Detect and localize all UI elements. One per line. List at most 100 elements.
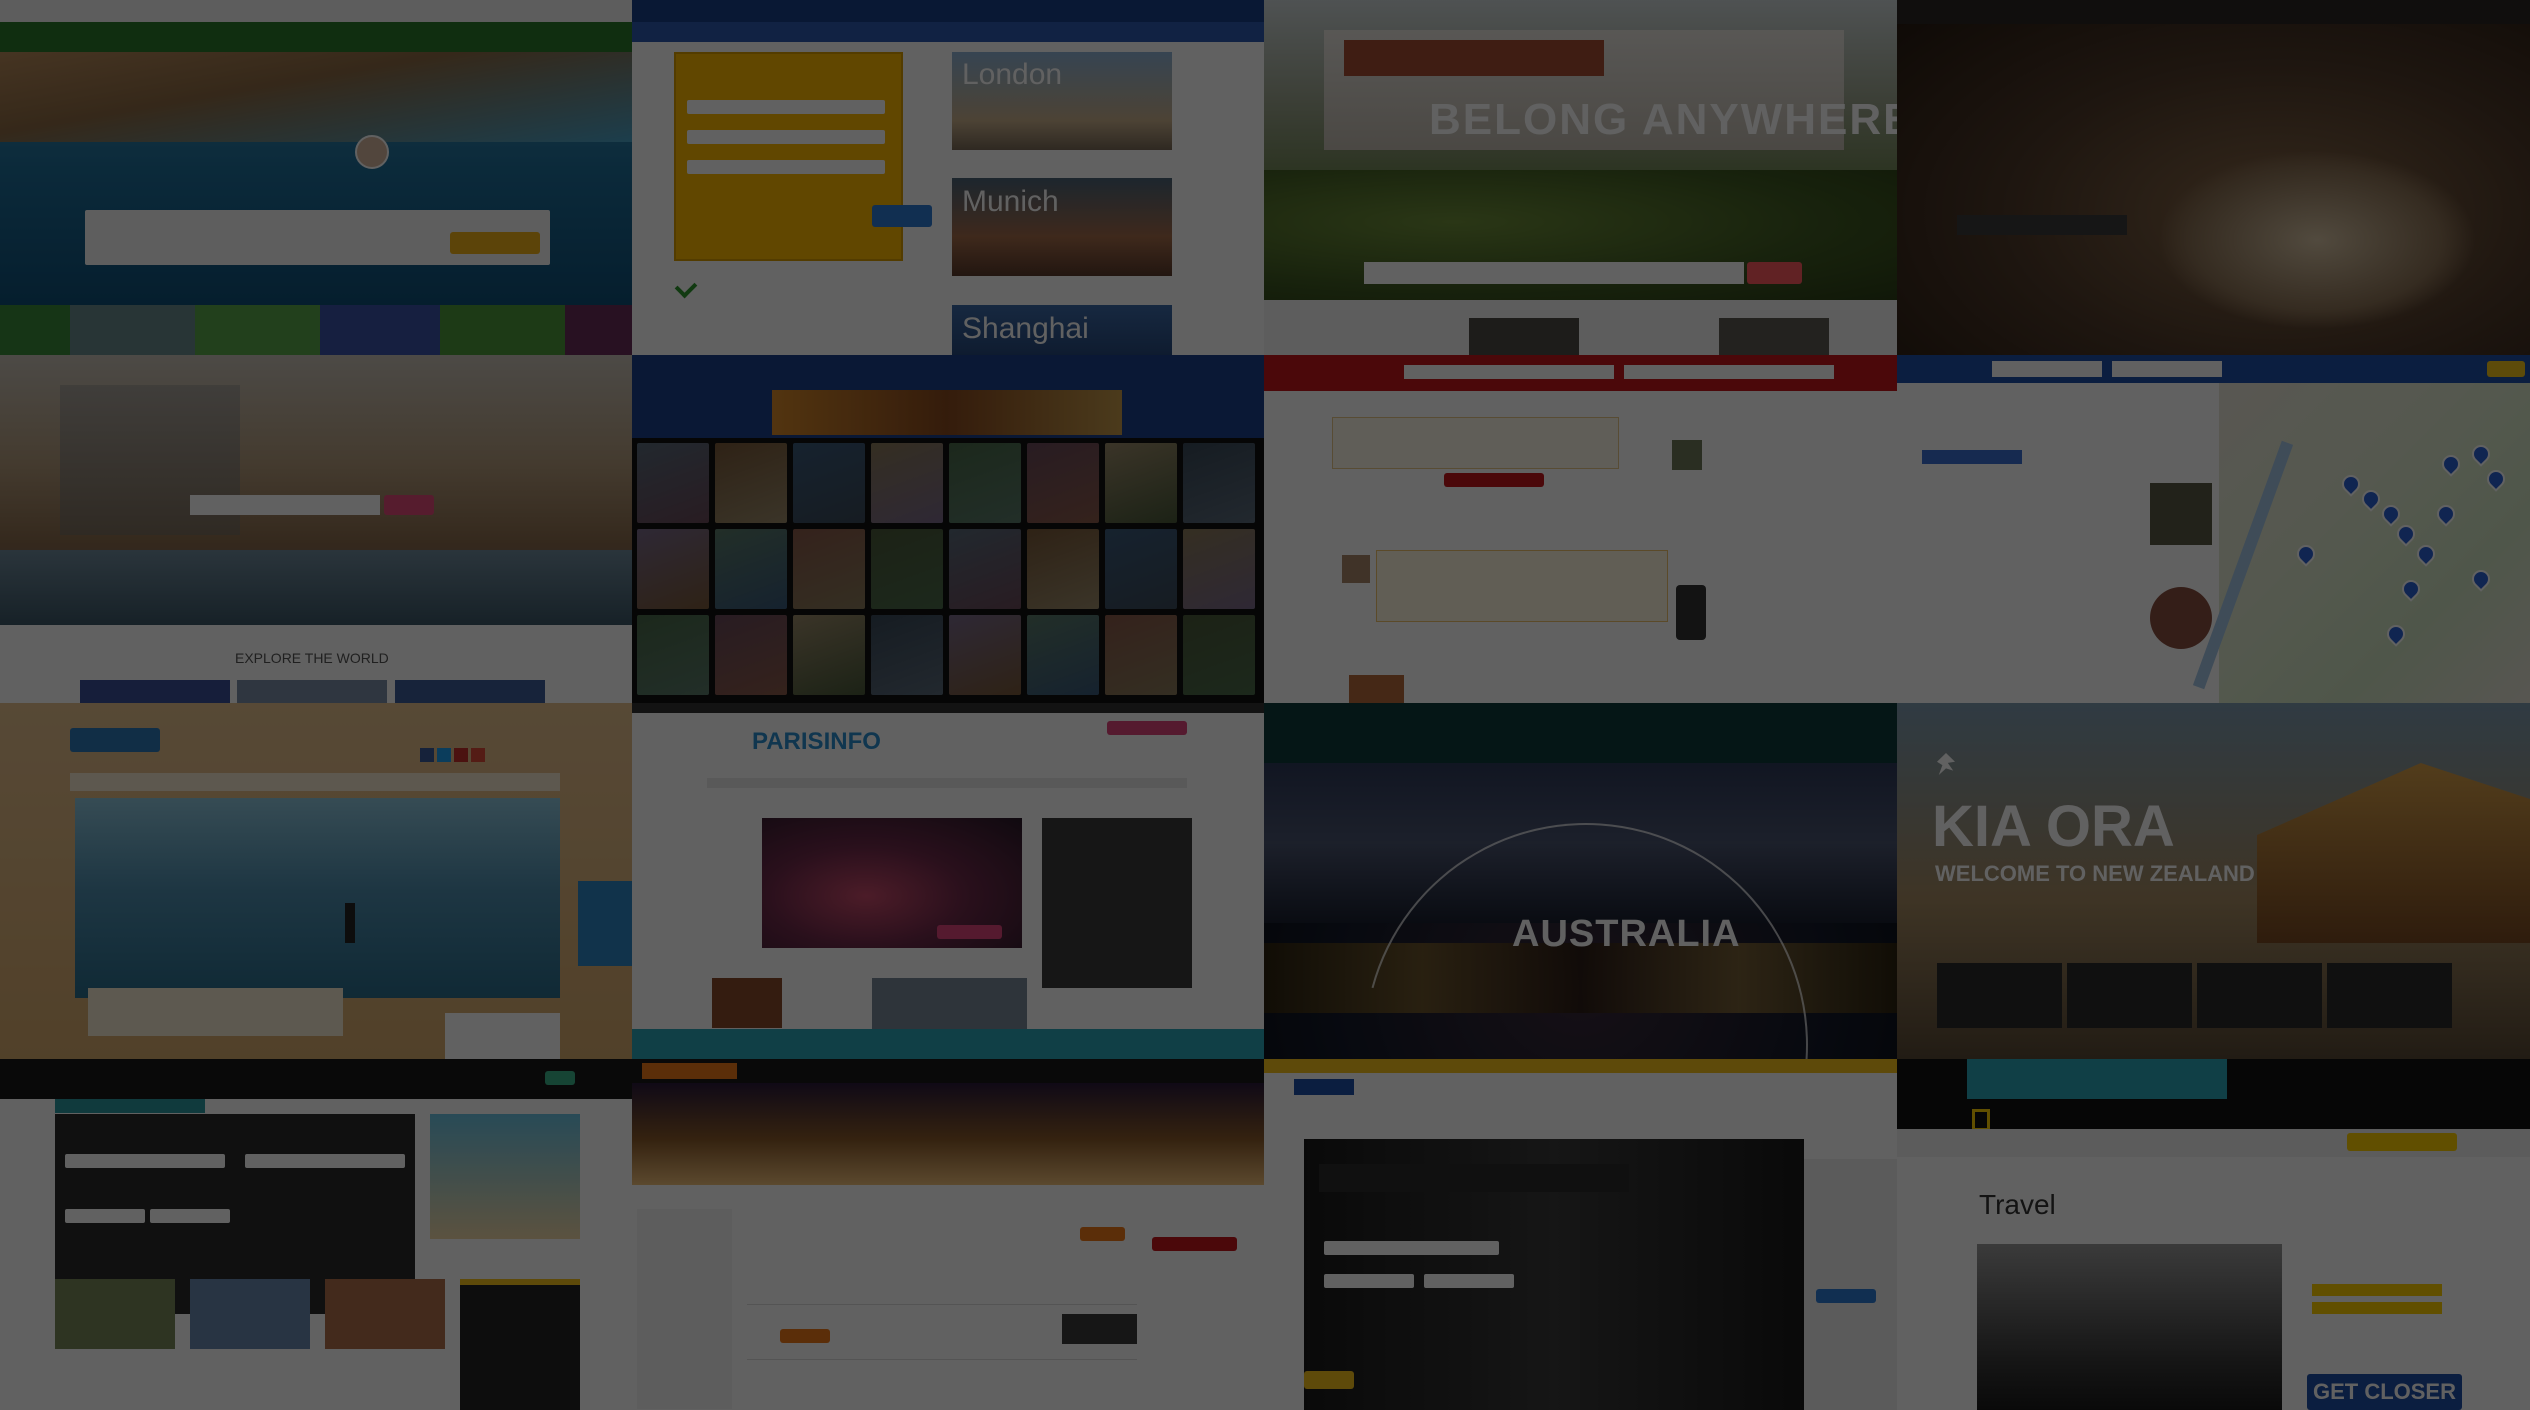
photo-thumb[interactable] [1105, 443, 1177, 523]
search-button[interactable] [384, 495, 434, 515]
photo-thumb[interactable] [1105, 529, 1177, 609]
photo-thumb[interactable] [793, 615, 865, 695]
explore-card [80, 680, 230, 703]
photo-thumb[interactable] [637, 615, 709, 695]
destination-input[interactable] [1324, 1241, 1499, 1255]
tab-icons[interactable] [1319, 1164, 1629, 1192]
tile-dinner-photo [1897, 0, 2530, 355]
nz-subheadline: WELCOME TO NEW ZEALAND [1935, 861, 2255, 886]
photo-thumb[interactable] [871, 443, 943, 523]
travel-websites-collage: London Munich Shanghai BELONG ANYWHERE E… [0, 0, 2530, 1410]
nz-headline: KIA ORA [1932, 794, 2175, 859]
signin-button[interactable] [545, 1071, 575, 1085]
location-input[interactable] [1624, 365, 1834, 379]
photo-thumb[interactable] [1183, 529, 1255, 609]
destination-input[interactable] [245, 1154, 405, 1168]
photo-thumb[interactable] [1183, 443, 1255, 523]
check-icon [674, 275, 698, 299]
site-logo [642, 1063, 737, 1079]
booking-search-button[interactable] [872, 205, 932, 227]
hero-cta[interactable] [937, 925, 1002, 939]
nz-nav-tile[interactable] [2067, 963, 2192, 1028]
date-input[interactable] [150, 1209, 230, 1223]
fern-icon [1937, 753, 1955, 775]
photo-thumb[interactable] [637, 529, 709, 609]
map[interactable] [2219, 383, 2530, 703]
site-logo [1294, 1079, 1354, 1095]
tile-australia: AUSTRALIA [1264, 703, 1897, 1059]
photo-thumb[interactable] [1105, 615, 1177, 695]
avatar [355, 135, 389, 169]
checkin-input[interactable] [1324, 1274, 1414, 1288]
tile-natgeo-travel: Travel GET CLOSER [1897, 1059, 2530, 1410]
yellow-banner [1264, 1059, 1897, 1073]
photo-thumb[interactable] [1027, 529, 1099, 609]
photo-thumb[interactable] [1183, 615, 1255, 695]
social-icon [471, 748, 485, 762]
origin-input[interactable] [65, 1154, 225, 1168]
social-icon [437, 748, 451, 762]
photo-thumb[interactable] [715, 615, 787, 695]
booking-search-box[interactable] [674, 52, 903, 261]
side-button[interactable] [1816, 1289, 1876, 1303]
thumb [1349, 675, 1404, 703]
side-promo[interactable] [1152, 1237, 1237, 1251]
deal-thumb [190, 1279, 310, 1349]
subscribe-button[interactable] [2347, 1133, 2457, 1151]
photo-thumb[interactable] [637, 443, 709, 523]
search-input[interactable] [1404, 365, 1614, 379]
search-button[interactable] [2487, 361, 2525, 377]
site-header [1897, 0, 2530, 24]
checkout-input[interactable] [1424, 1274, 1514, 1288]
nz-nav-tile[interactable] [2327, 963, 2452, 1028]
tile-hotel-search [1264, 1059, 1897, 1410]
site-logo [70, 728, 160, 752]
photo-grid [632, 443, 1264, 703]
tile-trip-planner [0, 0, 632, 305]
book-button[interactable] [780, 1329, 830, 1343]
category-card [320, 305, 440, 355]
filter-chip[interactable] [1922, 450, 2022, 464]
photo-thumb[interactable] [715, 443, 787, 523]
review-card [1376, 550, 1668, 622]
search-input[interactable] [1992, 361, 2102, 377]
explore-card [237, 680, 387, 703]
deal-thumb [55, 1279, 175, 1349]
tile-map-listings [1897, 355, 2530, 703]
filter-button[interactable] [1080, 1227, 1125, 1241]
photo-thumb[interactable] [793, 529, 865, 609]
date-input[interactable] [65, 1209, 145, 1223]
search-input[interactable] [190, 495, 380, 515]
get-closer-button[interactable]: GET CLOSER [2307, 1374, 2462, 1410]
photo-thumb[interactable] [949, 443, 1021, 523]
hero-photo [1977, 1244, 2282, 1410]
photo-thumb[interactable] [1027, 615, 1099, 695]
cta-button[interactable] [1957, 215, 2127, 235]
nz-nav-tile[interactable] [1937, 963, 2062, 1028]
location-input[interactable] [2112, 361, 2222, 377]
nz-nav-tile[interactable] [2197, 963, 2322, 1028]
photo-thumb[interactable] [715, 529, 787, 609]
search-button[interactable] [1304, 1371, 1354, 1389]
photo-thumb[interactable] [949, 529, 1021, 609]
awning [1344, 40, 1604, 76]
sidebar-filters[interactable] [637, 1209, 732, 1409]
search-button[interactable] [450, 232, 540, 254]
category-card [440, 305, 565, 355]
photo-thumb[interactable] [949, 615, 1021, 695]
sidebar-line [2312, 1284, 2442, 1296]
photo-thumb[interactable] [793, 443, 865, 523]
search-button[interactable] [1747, 262, 1802, 284]
listing-thumb [2150, 483, 2212, 545]
search-input[interactable] [1364, 262, 1744, 284]
sidebar-line [2312, 1302, 2442, 1314]
natgeo-section-title: Travel [1979, 1189, 2056, 1220]
header-button[interactable] [1107, 721, 1187, 735]
photo-thumb[interactable] [871, 529, 943, 609]
search-panel[interactable] [1042, 818, 1192, 988]
natgeo-logo [1972, 1109, 1990, 1131]
signup-button[interactable] [1444, 473, 1544, 487]
photo-thumb[interactable] [871, 615, 943, 695]
photo-thumb[interactable] [1027, 443, 1099, 523]
sidebar-ad [460, 1279, 580, 1410]
